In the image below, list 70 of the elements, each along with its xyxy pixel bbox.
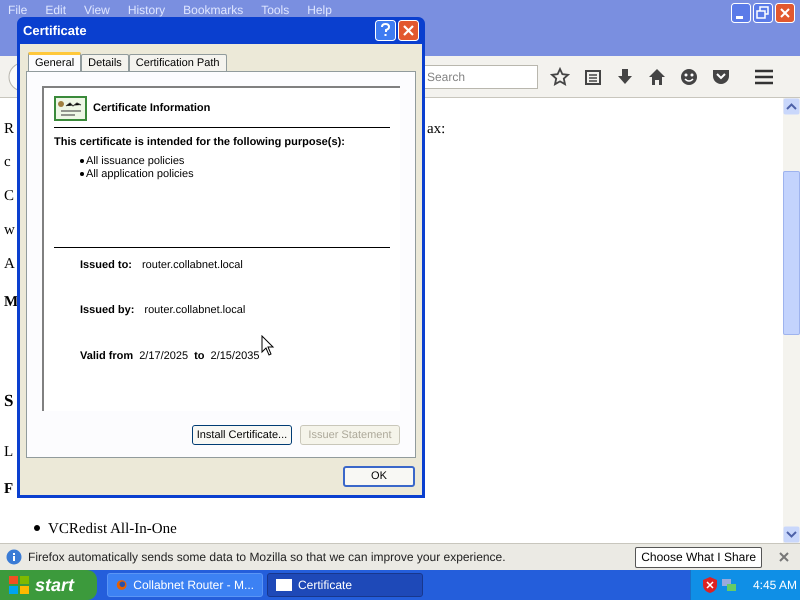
choose-button[interactable]: Choose What I Share bbox=[635, 546, 762, 568]
cursor-icon bbox=[261, 335, 275, 357]
home-icon[interactable] bbox=[648, 68, 666, 86]
menu-item[interactable]: History bbox=[128, 2, 166, 18]
start-button[interactable]: start bbox=[0, 570, 97, 600]
field-value: 2/17/2025 bbox=[139, 348, 188, 364]
page-text: VCRedist All-In-One bbox=[48, 520, 177, 539]
field-value: router.collabnet.local bbox=[144, 303, 246, 318]
minimize-button[interactable] bbox=[731, 3, 751, 23]
tab[interactable]: Certification Path bbox=[128, 54, 227, 71]
field-value: 2/15/2035 bbox=[210, 348, 260, 364]
purpose-title: This certificate is intended for the following purpose(s): bbox=[54, 135, 346, 150]
close-button[interactable] bbox=[398, 20, 419, 41]
info-heading: Certificate Information bbox=[93, 101, 210, 116]
menu-item[interactable]: View bbox=[84, 2, 110, 18]
page-text: R bbox=[4, 120, 14, 139]
network-icon bbox=[721, 577, 737, 593]
menu-item[interactable]: Tools bbox=[261, 2, 290, 18]
clipboard-icon[interactable] bbox=[584, 68, 602, 86]
tab[interactable]: General bbox=[28, 52, 82, 71]
page-text: L bbox=[4, 443, 14, 462]
page-text: C bbox=[4, 187, 14, 206]
pocket-icon[interactable] bbox=[712, 68, 730, 86]
smiley-icon[interactable] bbox=[680, 68, 698, 86]
window-icon bbox=[276, 579, 292, 591]
search-field[interactable]: Search bbox=[422, 64, 538, 88]
ok-button[interactable]: OK bbox=[343, 466, 415, 487]
star-icon[interactable] bbox=[550, 66, 570, 86]
page-text: F bbox=[4, 480, 14, 499]
notification-text: Firefox automatically sends some data to Mozilla so that we can improve your experience. bbox=[28, 549, 507, 566]
close-icon[interactable] bbox=[778, 551, 790, 563]
bullet-icon bbox=[80, 172, 84, 176]
shield-icon bbox=[703, 577, 717, 593]
menu-item[interactable]: File bbox=[8, 2, 28, 18]
menu-item[interactable]: Help bbox=[307, 2, 332, 18]
field-label: Issued by: bbox=[80, 303, 134, 318]
page-text: c bbox=[4, 153, 11, 172]
clock: 4:45 AM bbox=[753, 577, 798, 594]
field-value: router.collabnet.local bbox=[142, 258, 243, 272]
page-text: ax: bbox=[427, 120, 446, 139]
page-text: M bbox=[4, 293, 18, 312]
info-icon bbox=[6, 549, 22, 565]
page-text: S bbox=[4, 390, 14, 412]
scroll-up-icon[interactable] bbox=[783, 98, 800, 115]
tab[interactable]: Details bbox=[81, 54, 129, 71]
windows-logo-icon bbox=[8, 575, 30, 595]
menu-icon[interactable] bbox=[754, 68, 774, 86]
close-button[interactable] bbox=[775, 3, 795, 23]
field-label: Issued to: bbox=[80, 258, 132, 272]
help-button[interactable] bbox=[375, 20, 396, 41]
scroll-down-icon[interactable] bbox=[783, 526, 800, 543]
purpose-item: All issuance policies bbox=[86, 154, 184, 168]
bullet-icon bbox=[34, 525, 40, 531]
page-text: A bbox=[4, 255, 15, 274]
field-label: to bbox=[194, 348, 205, 364]
menu-item[interactable]: Edit bbox=[45, 2, 66, 18]
purpose-item: All application policies bbox=[86, 168, 194, 180]
dialog-title: Certificate bbox=[23, 22, 87, 40]
download-icon[interactable] bbox=[616, 68, 634, 86]
bullet-icon bbox=[80, 159, 84, 163]
page-text: w bbox=[4, 221, 15, 240]
dialog-button[interactable]: Install Certificate... bbox=[192, 425, 292, 445]
certificate-icon bbox=[54, 96, 87, 121]
scroll-thumb[interactable] bbox=[783, 170, 800, 334]
restore-button[interactable] bbox=[753, 3, 773, 23]
taskbar-button[interactable]: Collabnet Router - M... bbox=[107, 573, 263, 597]
taskbar-button[interactable]: Certificate bbox=[267, 573, 423, 597]
menu-item[interactable]: Bookmarks bbox=[183, 2, 244, 18]
field-label: Valid from bbox=[80, 348, 134, 364]
globe-icon bbox=[116, 577, 128, 593]
